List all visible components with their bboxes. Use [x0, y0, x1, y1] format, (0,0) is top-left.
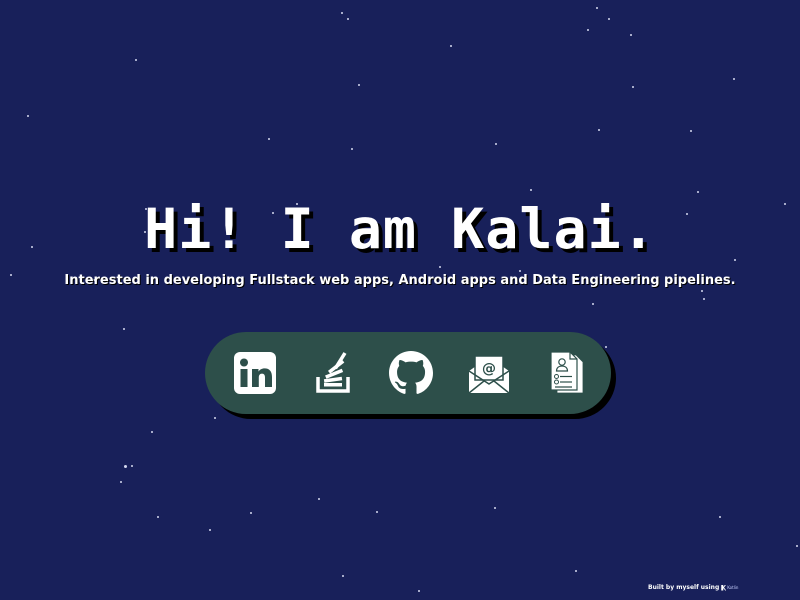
envelope-icon: @ [468, 355, 510, 394]
resume-link[interactable] [542, 348, 592, 398]
hero-title: Hi! I am Kalai. [144, 197, 656, 261]
linkedin-link[interactable] [230, 348, 280, 398]
email-link[interactable]: @ [464, 348, 514, 398]
stackoverflow-icon [316, 352, 350, 393]
svg-text:@: @ [482, 361, 496, 377]
linkedin-icon [234, 352, 276, 394]
hero-subtitle: Interested in developing Fullstack web a… [64, 273, 736, 288]
github-icon [389, 351, 433, 394]
resume-icon [550, 351, 584, 394]
starfield-background [0, 0, 800, 600]
kotlin-k-icon [721, 584, 727, 591]
kotlin-logo-text: Kotlin [727, 585, 739, 590]
kotlin-logo: Kotlin [721, 584, 739, 591]
footer-built-text: Built by myself using [648, 584, 720, 591]
footer-credit: Built by myself using Kotlin [648, 584, 738, 591]
stackoverflow-link[interactable] [308, 348, 358, 398]
social-links-dock: @ [205, 332, 611, 414]
github-link[interactable] [386, 348, 436, 398]
